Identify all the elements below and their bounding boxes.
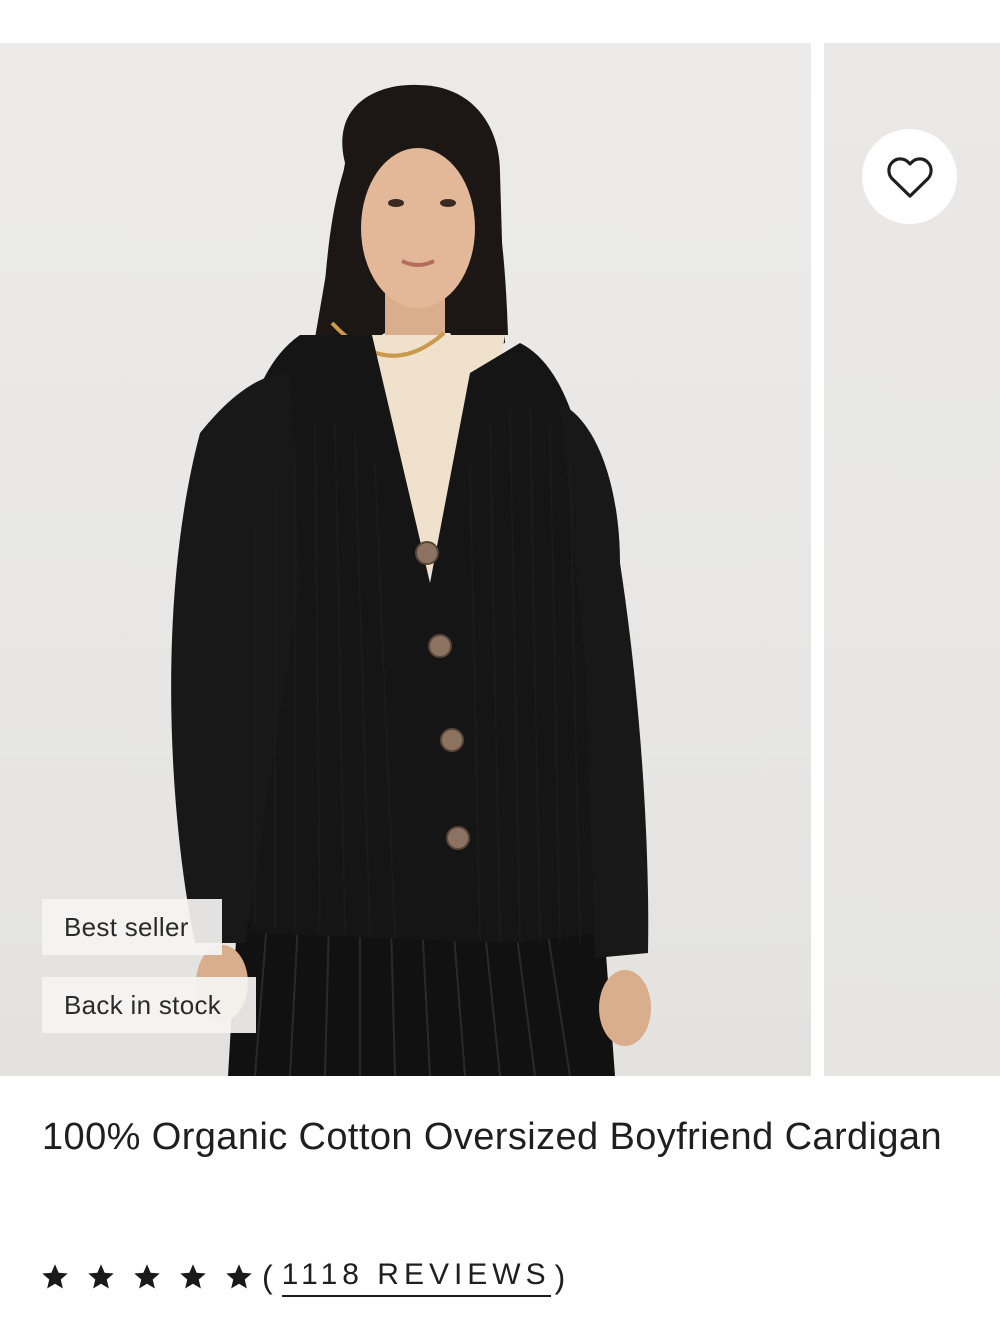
reviews-link[interactable]: ( 1118 REVIEWS ) <box>262 1258 570 1297</box>
star-icon <box>88 1264 114 1289</box>
product-rating: ( 1118 REVIEWS ) <box>40 1252 570 1302</box>
reviews-count-label[interactable]: 1118 REVIEWS <box>281 1258 551 1297</box>
reviews-open-paren: ( <box>262 1258 278 1295</box>
star-icon <box>42 1264 68 1289</box>
product-image-carousel[interactable]: Best seller Back in stock <box>0 43 1000 1076</box>
rating-stars <box>40 1262 262 1292</box>
star-icon <box>180 1264 206 1289</box>
heart-outline-icon <box>886 156 933 198</box>
star-icon <box>226 1264 252 1289</box>
best-seller-badge: Best seller <box>42 899 222 955</box>
wishlist-button[interactable] <box>862 129 957 224</box>
product-title: 100% Organic Cotton Oversized Boyfriend … <box>42 1116 942 1158</box>
reviews-close-paren: ) <box>554 1258 571 1295</box>
star-icon <box>134 1264 160 1289</box>
back-in-stock-badge: Back in stock <box>42 977 256 1033</box>
